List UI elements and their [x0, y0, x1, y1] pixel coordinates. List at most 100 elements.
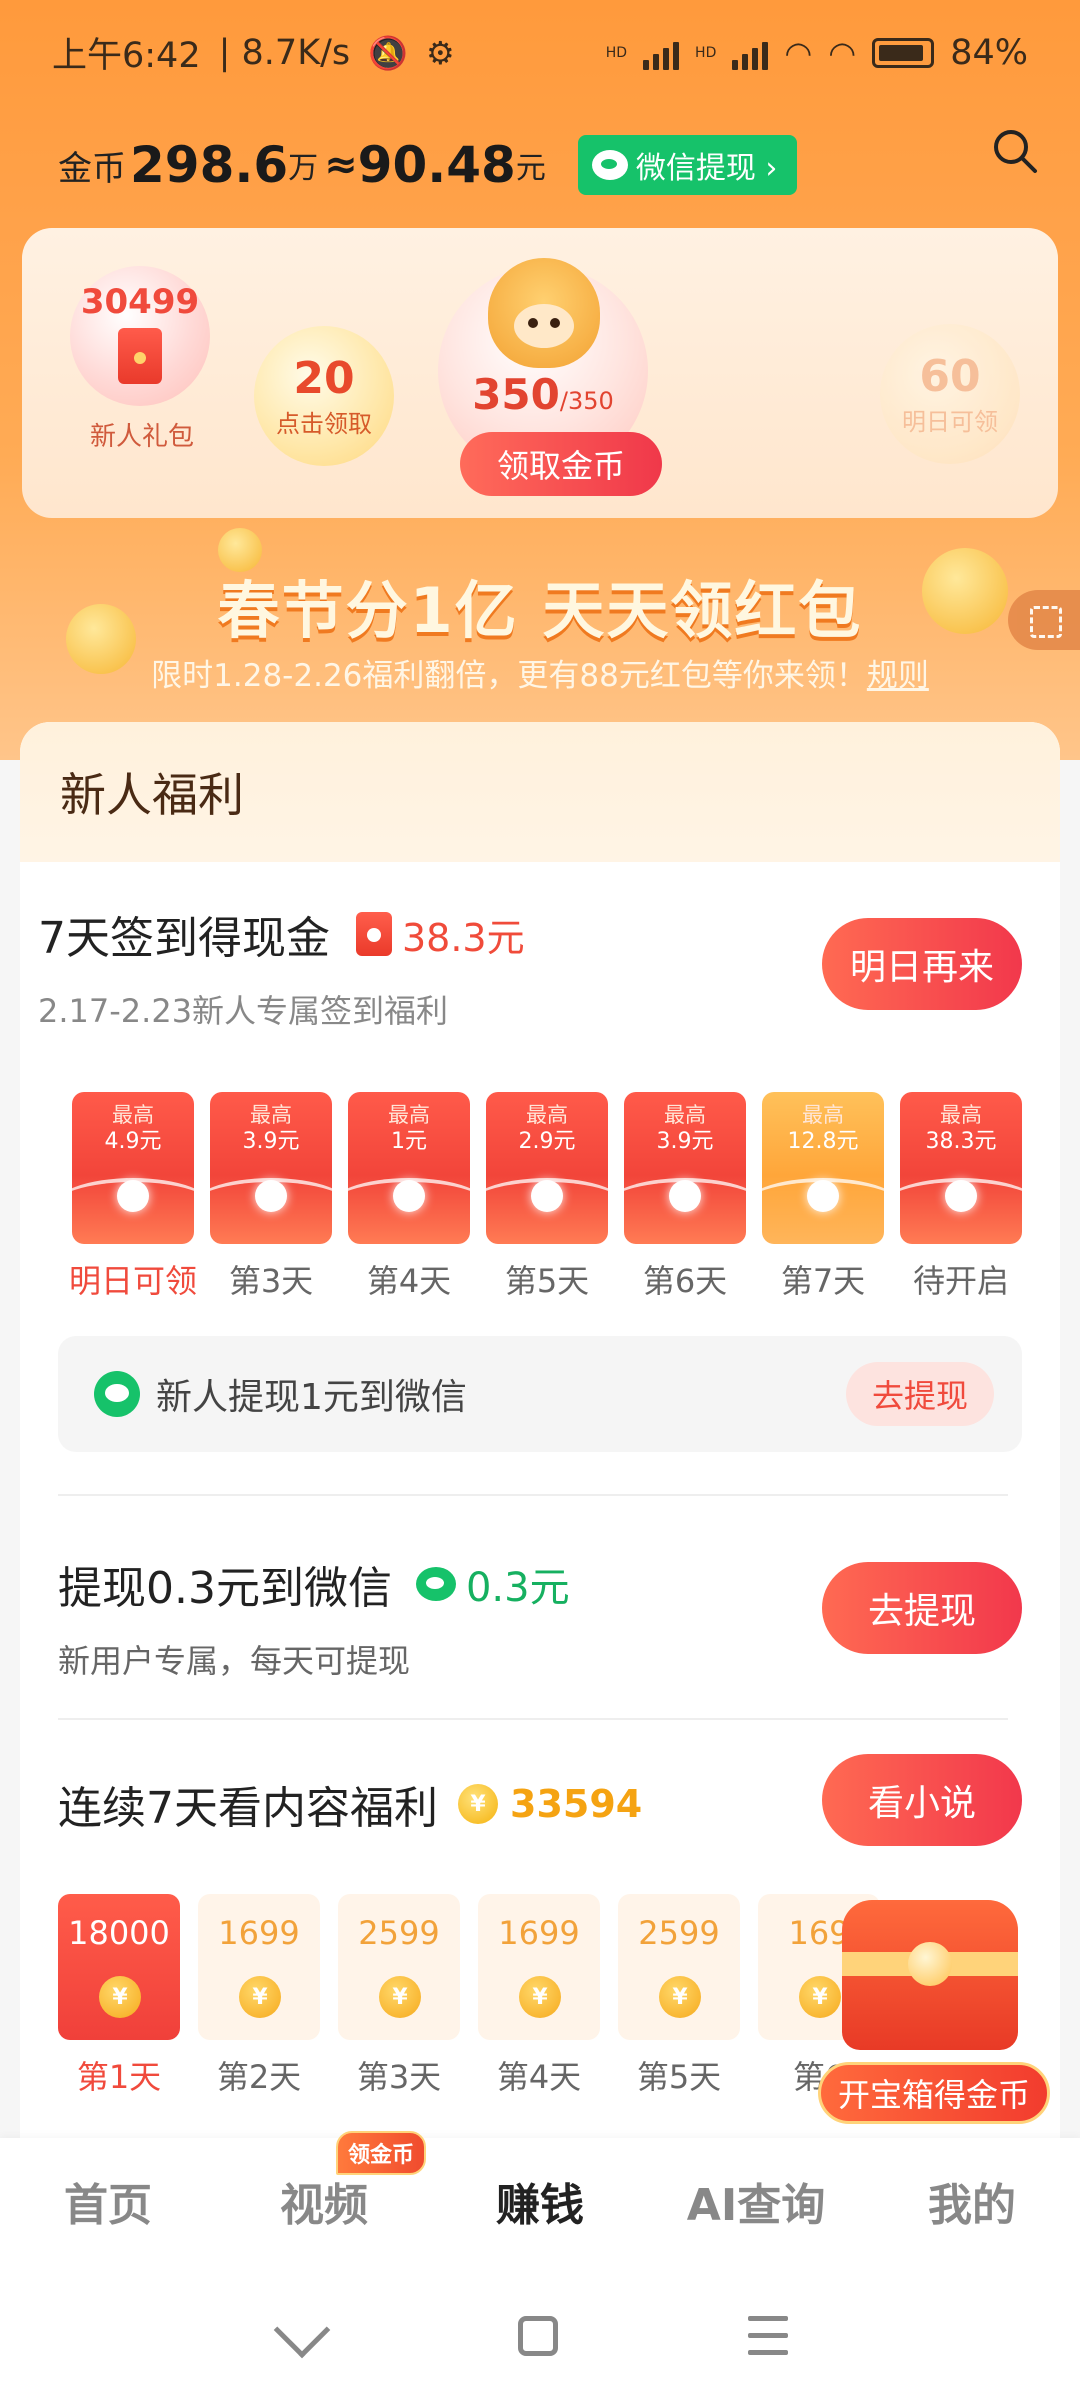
- day-coin-value: 18000: [68, 1914, 170, 1952]
- sim2-hd-label: HD: [695, 44, 717, 61]
- day-label: 第4天: [496, 2058, 582, 2096]
- day-top-label: 最高: [112, 1103, 154, 1127]
- nav-home[interactable]: 首页: [0, 2169, 216, 2233]
- wechat-icon: [415, 1567, 456, 1601]
- spring-festival-banner-title: 春节分1亿 天天领红包: [217, 574, 863, 647]
- day-coin-value: 1699: [218, 1914, 300, 1952]
- day-label: 第4天: [366, 1262, 452, 1300]
- banner-subtitle-text: 限时1.28-2.26福利翻倍，更有88元红包等你来领！: [151, 658, 867, 694]
- new-user-gift-bubble[interactable]: 30499: [70, 266, 210, 406]
- withdraw-title: 提现0.3元到微信: [58, 1563, 392, 1614]
- checkin-day[interactable]: 最高 12.8元 第7天: [762, 1092, 884, 1302]
- hotspot-icon: ◠: [828, 33, 857, 72]
- tomorrow-bubble: 60 明日可领: [880, 324, 1020, 464]
- coin-balance-bar[interactable]: 金币 298.6 万 ≈ 90.48 元 微信提现 ›: [58, 120, 1038, 210]
- status-bar: 上午6:42 | 8.7K/s 🔕 ⚙ HD HD ◠ ◠ 84%: [0, 0, 1080, 105]
- day-label: 第5天: [504, 1262, 590, 1300]
- section-title: 新人福利: [20, 722, 1060, 862]
- day-amount: 2.9元: [518, 1129, 576, 1154]
- checkin-day[interactable]: 最高 3.9元 第6天: [624, 1092, 746, 1302]
- new-user-withdraw-text: 新人提现1元到微信: [156, 1377, 467, 1418]
- day-label: 待开启: [912, 1262, 1009, 1300]
- checkin-day[interactable]: 最高 3.9元 第3天: [210, 1092, 332, 1302]
- earn-coins-badge: 领金币: [336, 2131, 427, 2175]
- new-user-withdraw-row[interactable]: 新人提现1元到微信 去提现: [58, 1336, 1022, 1452]
- day-amount: 3.9元: [242, 1129, 300, 1154]
- settings-gear-icon: ⚙: [426, 33, 455, 72]
- come-back-tomorrow-button[interactable]: 明日再来: [822, 918, 1022, 1010]
- open-chest-button[interactable]: 开宝箱得金币: [818, 2062, 1050, 2124]
- nav-ai-query[interactable]: AI查询: [648, 2169, 864, 2233]
- checkin-day[interactable]: 最高 2.9元 第5天: [486, 1092, 608, 1302]
- coin-value: 298.6: [130, 136, 289, 194]
- back-chevron-icon[interactable]: [273, 2301, 331, 2359]
- read-day[interactable]: 2599 ¥ 第5天: [618, 1894, 740, 2098]
- coin-icon: ¥: [99, 1976, 141, 2018]
- day-amount: 1元: [391, 1129, 427, 1154]
- day-amount: 3.9元: [656, 1129, 714, 1154]
- wechat-withdraw-button[interactable]: 微信提现 ›: [577, 135, 798, 195]
- red-packet-icon: [118, 328, 162, 384]
- red-packet-icon: [356, 912, 392, 956]
- checkin-amount: 38.3元: [402, 915, 525, 960]
- click-claim-number: 20: [293, 353, 355, 404]
- day-label: 第3天: [356, 2058, 442, 2096]
- system-nav-bar: [0, 2264, 1080, 2400]
- day-top-label: 最高: [388, 1103, 430, 1127]
- divider: [58, 1718, 1008, 1720]
- read-novel-button[interactable]: 看小说: [822, 1754, 1022, 1846]
- gold-coin-icon: ¥: [458, 1784, 498, 1824]
- read-task-title: 连续7天看内容福利: [58, 1783, 438, 1834]
- home-square-icon[interactable]: [518, 2316, 558, 2356]
- day-label: 第1天: [76, 2058, 162, 2096]
- main-count-total: /350: [559, 387, 614, 415]
- signal2-icon: [732, 36, 769, 70]
- withdraw-amount: 0.3元: [465, 1565, 570, 1611]
- read-day[interactable]: 2599 ¥ 第3天: [338, 1894, 460, 2098]
- go-withdraw-small-button[interactable]: 去提现: [846, 1362, 994, 1426]
- checkin-day[interactable]: 最高 1元 第4天: [348, 1092, 470, 1302]
- rules-link[interactable]: 规则: [867, 658, 929, 694]
- wechat-icon: [94, 1371, 140, 1417]
- battery-percent: 84%: [950, 32, 1028, 73]
- day-label: 第6天: [642, 1262, 728, 1300]
- scan-icon[interactable]: [1008, 590, 1080, 650]
- checkin-day[interactable]: 最高 4.9元 明日可领: [69, 1092, 197, 1302]
- main-count-value: 350: [472, 370, 560, 419]
- status-net-speed: | 8.7K/s: [218, 32, 351, 73]
- nav-video[interactable]: 视频 领金币: [216, 2131, 432, 2233]
- cash-unit: 元: [515, 151, 546, 186]
- read-day[interactable]: 1699 ¥ 第4天: [478, 1894, 600, 2098]
- day-top-label: 最高: [940, 1103, 982, 1127]
- battery-icon: [872, 37, 935, 68]
- claim-coins-button[interactable]: 领取金币: [460, 432, 662, 496]
- coin-label: 金币: [58, 148, 126, 189]
- nav-profile[interactable]: 我的: [864, 2169, 1080, 2233]
- go-withdraw-button[interactable]: 去提现: [822, 1562, 1022, 1654]
- click-claim-bubble[interactable]: 20 点击领取: [254, 326, 394, 466]
- menu-lines-icon[interactable]: [748, 2316, 788, 2356]
- wechat-withdraw-label: 微信提现 ›: [635, 151, 778, 186]
- coin-unit: 万: [288, 151, 319, 186]
- status-time: 上午6:42: [52, 36, 201, 76]
- new-gift-number: 30499: [80, 282, 200, 322]
- wifi-icon: ◠: [784, 33, 813, 72]
- treasure-chest-icon[interactable]: [830, 1880, 1030, 2060]
- day-label: 第7天: [780, 1262, 866, 1300]
- wechat-icon: [591, 150, 628, 180]
- day-amount: 38.3元: [925, 1129, 997, 1154]
- bottom-nav: 首页 视频 领金币 赚钱 AI查询 我的: [0, 2131, 1080, 2264]
- click-claim-label: 点击领取: [276, 410, 372, 438]
- checkin-day[interactable]: 最高 38.3元 待开启: [900, 1092, 1022, 1302]
- day-amount: 12.8元: [787, 1129, 859, 1154]
- coin-icon: ¥: [659, 1976, 701, 2018]
- signal1-icon: [643, 36, 680, 70]
- daily-reward-card: 30499 新人礼包 20 点击领取 350/350 领取金币 60 明日可领: [22, 228, 1058, 518]
- day-label: 第5天: [636, 2058, 722, 2096]
- day-top-label: 最高: [526, 1103, 568, 1127]
- coin-icon: ¥: [379, 1976, 421, 2018]
- nav-earn[interactable]: 赚钱: [432, 2169, 648, 2233]
- search-icon[interactable]: [990, 126, 1040, 176]
- read-day[interactable]: 18000 ¥ 第1天: [58, 1894, 180, 2098]
- read-day[interactable]: 1699 ¥ 第2天: [198, 1894, 320, 2098]
